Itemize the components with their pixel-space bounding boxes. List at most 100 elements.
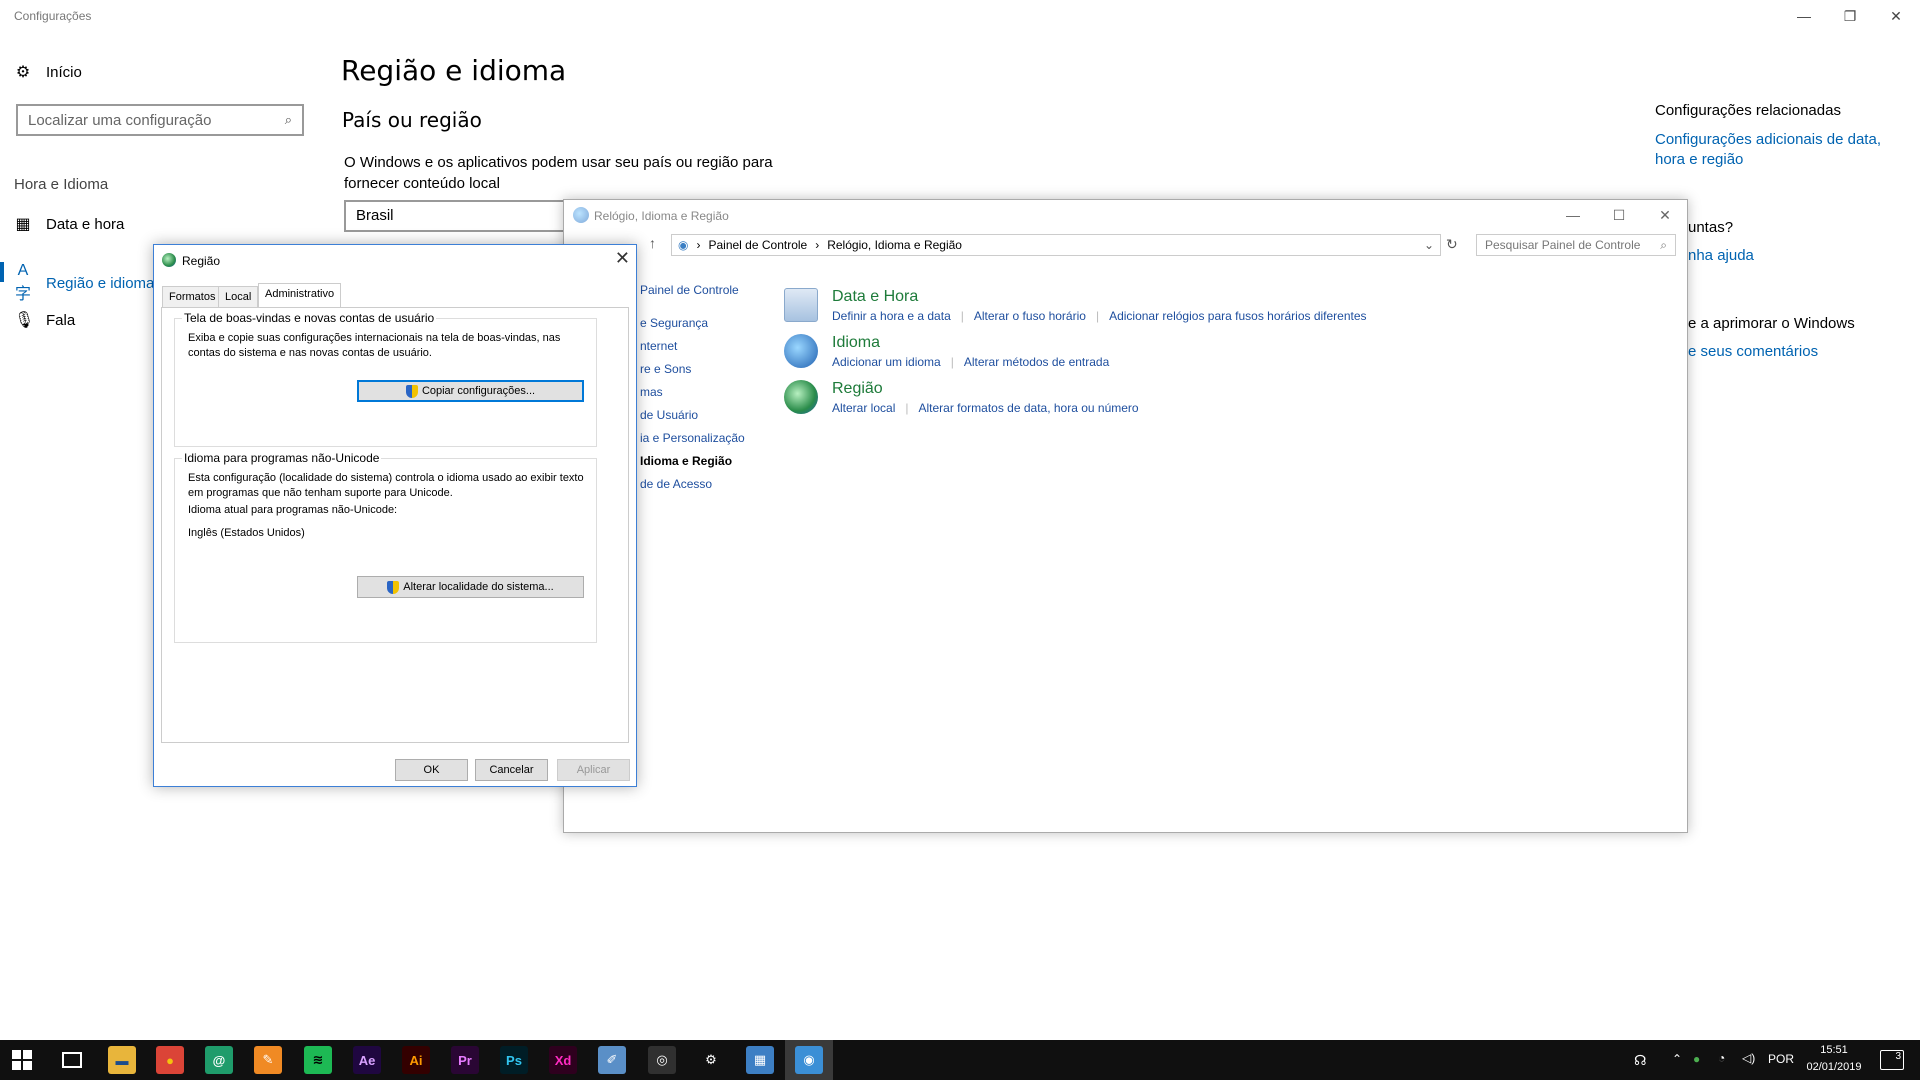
active-nav-indicator [0,262,4,282]
restore-button[interactable]: ❐ [1827,0,1873,32]
file-explorer-icon[interactable]: ▬ [108,1046,136,1074]
xd-icon[interactable]: Xd [549,1046,577,1074]
category-title[interactable]: Região [832,380,1139,398]
close-icon[interactable]: ✕ [615,248,630,269]
nav-item-date-time[interactable]: ▦ Data e hora [14,214,124,234]
control-panel-search-input[interactable]: Pesquisar Painel de Controle ⌕ [1476,234,1676,256]
sidebar-link[interactable]: mas [640,385,663,399]
settings-search-input[interactable]: Localizar uma configuração ⌕ [16,104,304,136]
ok-button[interactable]: OK [395,759,468,781]
input-methods-link[interactable]: Alterar métodos de entrada [964,355,1109,369]
chevron-down-icon[interactable]: ⌄ [1424,238,1434,252]
nav-item-region-language[interactable]: A字 Região e idioma [14,262,154,304]
add-language-link[interactable]: Adicionar um idioma [832,355,941,369]
change-formats-link[interactable]: Alterar formatos de data, hora ou número [918,401,1138,415]
copy-settings-button[interactable]: Copiar configurações... [357,380,584,402]
address-globe-icon: ◉ [678,238,689,252]
current-locale-label: Idioma atual para programas não-Unicode: [188,504,398,516]
separator: | [950,355,954,369]
home-nav-item[interactable]: ⚙ Início [14,62,82,82]
photoshop-icon[interactable]: Ps [500,1046,528,1074]
change-timezone-link[interactable]: Alterar o fuso horário [974,309,1086,323]
feedback-link[interactable]: e seus comentários [1688,343,1818,360]
sidebar-link[interactable]: de Usuário [640,408,698,422]
sidebar-link[interactable]: Painel de Controle [640,283,739,297]
category-language: Idioma Adicionar um idioma | Alterar mét… [784,334,1109,369]
search-icon: ⌕ [284,112,292,127]
cp-maximize-button[interactable]: ☐ [1596,200,1642,230]
tab-location[interactable]: Local [218,286,259,308]
illustrator-icon[interactable]: Ai [402,1046,430,1074]
address-bar[interactable]: ◉ › Painel de Controle › Relógio, Idioma… [671,234,1441,256]
calendar-icon [784,288,818,322]
country-description: O Windows e os aplicativos podem usar se… [344,154,773,192]
sidebar-link[interactable]: re e Sons [640,362,691,376]
shield-icon [405,384,418,398]
chrome-icon[interactable]: ● [156,1046,184,1074]
minimize-button[interactable]: — [1781,0,1827,32]
cp-search-placeholder: Pesquisar Painel de Controle [1485,238,1641,252]
section-label: Hora e Idioma [14,176,109,193]
cancel-button[interactable]: Cancelar [475,759,548,781]
control-panel-icon[interactable]: ▦ [746,1046,774,1074]
region-language-icon: A字 [14,262,31,303]
clock-date[interactable]: 02/01/2019 [1800,1061,1868,1073]
get-help-link[interactable]: nha ajuda [1688,247,1754,264]
current-locale-value: Inglês (Estados Unidos) [188,527,305,539]
task-view-icon[interactable] [62,1052,82,1068]
sidebar-link[interactable]: nternet [640,339,677,353]
category-title[interactable]: Data e Hora [832,288,1367,306]
settings-icon[interactable]: ⚙ [697,1046,725,1074]
set-time-date-link[interactable]: Definir a hora e a data [832,309,951,323]
input-language[interactable]: POR [1768,1052,1794,1066]
clock-time[interactable]: 15:51 [1806,1044,1862,1056]
notepad-icon[interactable]: ✐ [598,1046,626,1074]
change-system-locale-button[interactable]: Alterar localidade do sistema... [357,576,584,598]
region-globe-icon[interactable]: ◉ [795,1046,823,1074]
apply-button[interactable]: Aplicar [557,759,630,781]
nav-item-label: Fala [46,311,76,329]
taskbar: ▬ ● @ ✎ ≋ Ae Ai Pr Ps Xd ✐ ◎ ⚙ ▦ ◉ ☊ ⌃ ● ◔ ◁) POR 15:5… [0,1040,1920,1080]
after-effects-icon[interactable]: Ae [353,1046,381,1074]
premiere-icon[interactable]: Pr [451,1046,479,1074]
refresh-icon[interactable]: ↻ [1446,236,1458,253]
wifi-icon[interactable]: ◔ [1718,1051,1725,1065]
sidebar-link[interactable]: e Segurança [640,316,708,330]
close-button[interactable]: ✕ [1873,0,1919,32]
country-select[interactable]: Brasil [344,200,584,232]
up-arrow-icon[interactable]: ↑ [649,235,656,251]
sidebar-link[interactable]: de de Acesso [640,477,712,491]
nav-item-speech[interactable]: 🎙 Fala [14,310,75,330]
microphone-icon: 🎙 [14,312,35,329]
search-icon: ⌕ [1660,238,1667,252]
tab-administrative[interactable]: Administrativo [258,283,342,308]
change-location-link[interactable]: Alterar local [832,401,895,415]
tab-formats[interactable]: Formatos [162,286,223,308]
notifications-icon[interactable]: 3 [1880,1050,1904,1070]
breadcrumb-control-panel[interactable]: Painel de Controle [708,238,807,252]
breadcrumb-clock-language-region[interactable]: Relógio, Idioma e Região [827,238,962,252]
control-panel-window: Relógio, Idioma e Região — ☐ ✕ ↑ ◉ › Pai… [563,199,1688,833]
tray-app-icon[interactable]: ● [1693,1052,1700,1066]
page-title: Região e idioma [341,54,567,87]
spotify-icon[interactable]: ≋ [304,1046,332,1074]
gear-icon: ⚙ [15,64,31,81]
sidebar-link[interactable]: ia e Personalização [640,431,745,445]
cp-minimize-button[interactable]: — [1550,200,1596,230]
add-clocks-link[interactable]: Adicionar relógios para fusos horários d… [1109,309,1366,323]
cp-close-button[interactable]: ✕ [1642,200,1687,230]
separator: | [1095,309,1100,323]
related-settings-title: Configurações relacionadas [1655,102,1841,119]
obs-icon[interactable]: ◎ [648,1046,676,1074]
nav-item-label: Data e hora [46,215,125,233]
control-panel-globe-icon [573,207,589,223]
sidebar-current-item: Idioma e Região [640,454,733,468]
app-orange-icon[interactable]: ✎ [254,1046,282,1074]
app-green-icon[interactable]: @ [205,1046,233,1074]
windows-start-icon[interactable] [12,1050,32,1070]
volume-icon[interactable]: ◁) [1742,1051,1755,1065]
category-title[interactable]: Idioma [832,334,1109,352]
chevron-up-icon[interactable]: ⌃ [1672,1052,1682,1066]
people-icon[interactable]: ☊ [1634,1052,1646,1069]
additional-settings-link[interactable]: Configurações adicionais de data, hora e… [1655,130,1895,170]
